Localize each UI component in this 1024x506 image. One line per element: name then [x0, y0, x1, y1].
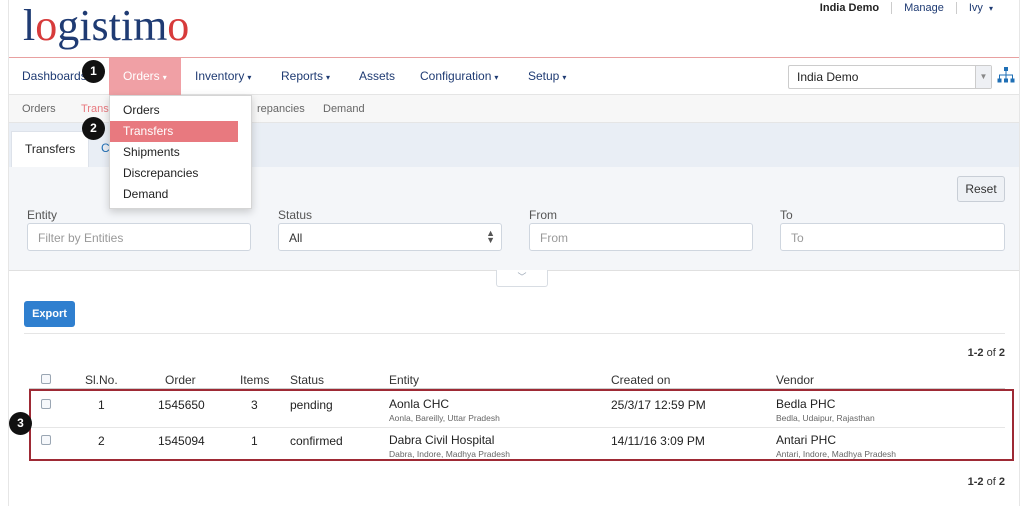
status-label: Status [278, 208, 313, 222]
nav-label: Inventory [195, 69, 245, 83]
from-label: From [529, 208, 557, 222]
chevron-down-icon: ▾ [326, 73, 331, 82]
menu-item-transfers[interactable]: Transfers [110, 121, 238, 142]
subnav-orders[interactable]: Orders [22, 103, 56, 115]
chevron-down-icon: ▾ [562, 73, 567, 82]
col-header-created[interactable]: Created on [611, 373, 670, 387]
col-header-slno[interactable]: Sl.No. [85, 373, 118, 387]
nav-configuration[interactable]: Configuration ▾ [420, 58, 498, 95]
nav-label: Assets [359, 69, 396, 83]
chevron-down-icon: ▾ [247, 73, 252, 82]
user-name: Ivy [968, 2, 983, 14]
entity-label: Entity [27, 208, 58, 222]
status-value: All [289, 231, 303, 245]
to-date-input[interactable]: To [780, 223, 1005, 251]
main-nav: Dashboards Orders ▾ Inventory ▾ Reports ▾ A… [9, 58, 1019, 95]
subnav-transfers[interactable]: Transf [81, 103, 112, 115]
updown-icon: ▲ ▼ [486, 228, 495, 245]
entity-filter-input[interactable]: Filter by Entities [27, 223, 251, 251]
nav-inventory[interactable]: Inventory ▾ [195, 58, 251, 95]
export-button[interactable]: Export [24, 301, 75, 327]
col-header-order[interactable]: Order [165, 373, 196, 387]
top-links: India Demo Manage Ivy ▾ [808, 2, 1005, 14]
menu-item-shipments[interactable]: Shipments [110, 142, 251, 163]
tab-transfers[interactable]: Transfers [11, 131, 90, 167]
nav-label: Setup [528, 69, 560, 83]
page-range: 1-2 [967, 347, 984, 359]
domain-select-value: India Demo [797, 70, 859, 84]
step-marker-1: 1 [82, 60, 105, 83]
collapse-filters-toggle[interactable]: ﹀ [496, 270, 548, 287]
nav-label: Reports [281, 69, 324, 83]
nav-dashboards[interactable]: Dashboards [22, 58, 87, 95]
chevron-down-icon: ﹀ [517, 272, 527, 282]
page-of: of [986, 347, 996, 359]
menu-item-demand[interactable]: Demand [110, 184, 251, 205]
entity-placeholder: Filter by Entities [38, 231, 124, 245]
page-total: 2 [998, 347, 1005, 359]
pagination-count-top: 1-2 of 2 [968, 347, 1005, 359]
nav-assets[interactable]: Assets [359, 58, 395, 95]
hierarchy-icon[interactable] [997, 66, 1015, 84]
step-marker-3: 3 [9, 412, 32, 435]
nav-label: Configuration [420, 69, 492, 83]
chevron-down-icon: ▾ [988, 4, 993, 13]
from-date-input[interactable]: From [529, 223, 753, 251]
tab-label: Transfers [25, 142, 76, 156]
to-label: To [780, 208, 793, 222]
col-header-items[interactable]: Items [240, 373, 269, 387]
subnav-discrepancies[interactable]: repancies [257, 103, 305, 115]
page-of: of [986, 476, 996, 488]
nav-label: Orders [123, 69, 160, 83]
col-header-status[interactable]: Status [290, 373, 324, 387]
nav-label: Dashboards [22, 69, 87, 83]
select-all-checkbox[interactable] [41, 374, 51, 384]
menu-item-orders[interactable]: Orders [110, 100, 251, 121]
orders-dropdown-menu: Orders Transfers Shipments Discrepancies… [109, 95, 252, 209]
col-header-vendor[interactable]: Vendor [776, 373, 814, 387]
highlight-box [29, 389, 1014, 461]
user-menu[interactable]: Ivy ▾ [957, 2, 1005, 14]
nav-setup[interactable]: Setup ▾ [528, 58, 566, 95]
subnav-demand[interactable]: Demand [323, 103, 365, 115]
chevron-down-icon: ▼ [975, 66, 991, 88]
divider [24, 333, 1005, 334]
page-range: 1-2 [967, 476, 984, 488]
nav-reports[interactable]: Reports ▾ [281, 58, 330, 95]
col-header-entity[interactable]: Entity [389, 373, 419, 387]
page-total: 2 [998, 476, 1005, 488]
menu-item-discrepancies[interactable]: Discrepancies [110, 163, 251, 184]
nav-orders[interactable]: Orders ▾ [109, 58, 181, 95]
from-placeholder: From [540, 231, 568, 245]
chevron-down-icon: ▾ [494, 73, 499, 82]
to-placeholder: To [791, 231, 804, 245]
status-select[interactable]: All ▲ ▼ [278, 223, 502, 251]
chevron-down-icon: ▾ [162, 73, 167, 82]
top-domain-link[interactable]: India Demo [808, 2, 891, 14]
domain-select[interactable]: India Demo ▼ [788, 65, 992, 89]
logistimo-logo[interactable]: logistimo [23, 4, 189, 48]
reset-button[interactable]: Reset [957, 176, 1005, 202]
pagination-count-bottom: 1-2 of 2 [968, 476, 1005, 488]
manage-link[interactable]: Manage [892, 2, 956, 14]
step-marker-2: 2 [82, 117, 105, 140]
app-frame: logistimo India Demo Manage Ivy ▾ Dashbo… [8, 0, 1020, 506]
